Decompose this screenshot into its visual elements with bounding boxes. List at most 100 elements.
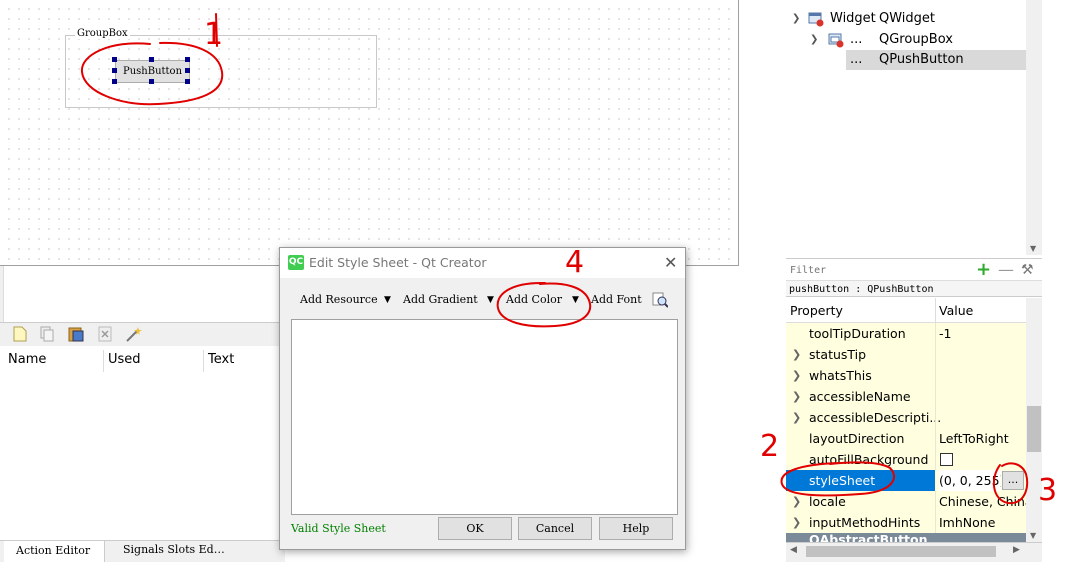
resize-handle[interactable] bbox=[112, 79, 117, 84]
expand-arrow-icon[interactable]: ❯ bbox=[792, 491, 801, 512]
autofill-checkbox[interactable] bbox=[940, 453, 953, 466]
tab-signals-slots[interactable]: Signals Slots Ed… bbox=[108, 541, 248, 562]
copy-icon[interactable] bbox=[40, 326, 54, 342]
tab-action-editor[interactable]: Action Editor bbox=[4, 541, 105, 562]
property-name: statusTip bbox=[809, 347, 867, 362]
widget-icon bbox=[808, 9, 824, 29]
property-table-header: Property Value bbox=[786, 298, 1026, 323]
paste-icon[interactable] bbox=[68, 326, 84, 342]
column-text[interactable]: Text bbox=[208, 352, 234, 367]
property-name: accessibleName bbox=[809, 389, 911, 404]
tree-item-pushbutton-name: ... bbox=[850, 52, 863, 67]
resize-handle[interactable] bbox=[149, 79, 154, 84]
property-row-tooltipduration[interactable]: toolTipDuration -1 bbox=[786, 323, 1026, 345]
property-scrollbar[interactable]: ▼ bbox=[1026, 298, 1042, 542]
chevron-down-icon[interactable]: ❯ bbox=[810, 30, 818, 50]
tab-signals-slots-label: Signals Slots Ed… bbox=[123, 543, 225, 556]
property-column-header[interactable]: Property bbox=[790, 303, 843, 318]
tree-item-widget-name[interactable]: Widget bbox=[830, 9, 876, 29]
property-value[interactable]: LeftToRight bbox=[939, 428, 1026, 449]
object-inspector-scrollbar[interactable]: ▼ bbox=[1026, 0, 1042, 255]
property-name: locale bbox=[809, 494, 846, 509]
property-name: styleSheet bbox=[809, 473, 876, 488]
property-name: whatsThis bbox=[809, 368, 872, 383]
property-name: accessibleDescripti... bbox=[809, 410, 942, 425]
chevron-down-icon[interactable]: ❯ bbox=[792, 9, 800, 29]
bottom-tab-bar: Action Editor Signals Slots Ed… bbox=[0, 540, 285, 562]
value-column-header[interactable]: Value bbox=[939, 303, 973, 318]
cancel-button[interactable]: Cancel bbox=[518, 517, 592, 540]
resize-handle[interactable] bbox=[185, 57, 190, 62]
object-inspector: ❯ Widget QWidget ❯ ... QGroupBox ... QPu… bbox=[786, 0, 1042, 255]
preview-magnifier-icon[interactable] bbox=[652, 292, 669, 311]
resize-handle[interactable] bbox=[185, 79, 190, 84]
property-filter-bar: + — ⚒ bbox=[786, 258, 1042, 281]
add-resource-button[interactable]: Add Resource bbox=[300, 293, 378, 306]
resize-handle[interactable] bbox=[112, 57, 117, 62]
hscroll-thumb[interactable] bbox=[806, 546, 996, 557]
annotation-number-2: 2 bbox=[760, 429, 779, 464]
expand-arrow-icon[interactable]: ❯ bbox=[792, 386, 801, 407]
property-row-inputmethodhints[interactable]: ❯ inputMethodHints ImhNone bbox=[786, 512, 1026, 534]
stylesheet-text-editor[interactable] bbox=[291, 319, 678, 515]
resize-handle[interactable] bbox=[185, 68, 190, 73]
add-color-button[interactable]: Add Color bbox=[506, 293, 562, 306]
groupbox-title: GroupBox bbox=[75, 28, 130, 39]
help-button[interactable]: Help bbox=[599, 517, 673, 540]
property-value[interactable]: ImhNone bbox=[939, 512, 1026, 533]
property-row-autofillbackground[interactable]: autoFillBackground bbox=[786, 449, 1026, 471]
chevron-down-icon[interactable]: ▼ bbox=[384, 295, 391, 305]
tree-item-pushbutton[interactable]: ... QPushButton bbox=[846, 50, 1026, 70]
tree-item-groupbox-class[interactable]: QGroupBox bbox=[879, 30, 953, 50]
stylesheet-value[interactable]: (0, 0, 255); bbox=[939, 470, 1001, 491]
property-value[interactable]: Chinese, China bbox=[939, 491, 1026, 512]
column-name[interactable]: Name bbox=[8, 352, 46, 367]
scroll-right-icon[interactable]: ▶ bbox=[1013, 545, 1020, 555]
ok-button[interactable]: OK bbox=[438, 517, 512, 540]
property-row-locale[interactable]: ❯ locale Chinese, China bbox=[786, 491, 1026, 513]
expand-arrow-icon[interactable]: ❯ bbox=[792, 365, 801, 386]
expand-arrow-icon[interactable]: ❯ bbox=[792, 407, 801, 428]
property-row-statustip[interactable]: ❯ statusTip bbox=[786, 344, 1026, 366]
column-used[interactable]: Used bbox=[108, 352, 141, 367]
property-name: autoFillBackground bbox=[809, 452, 929, 467]
tree-item-widget-class[interactable]: QWidget bbox=[879, 9, 935, 29]
selected-object-class-label: pushButton : QPushButton bbox=[786, 280, 1042, 297]
magic-wand-icon[interactable] bbox=[125, 326, 142, 342]
scroll-down-icon[interactable]: ▼ bbox=[1030, 531, 1036, 540]
stylesheet-edit-button[interactable]: ... bbox=[1002, 471, 1024, 490]
chevron-down-icon[interactable]: ▼ bbox=[487, 295, 494, 305]
property-value[interactable]: -1 bbox=[939, 323, 1026, 344]
scroll-down-icon[interactable]: ▼ bbox=[1030, 244, 1036, 253]
resize-handle[interactable] bbox=[112, 68, 117, 73]
scrollbar-thumb[interactable] bbox=[1027, 406, 1041, 452]
property-row-whatsthis[interactable]: ❯ whatsThis bbox=[786, 365, 1026, 387]
expand-arrow-icon[interactable]: ❯ bbox=[792, 344, 801, 365]
close-icon[interactable]: ✕ bbox=[664, 253, 677, 272]
property-row-layoutdirection[interactable]: layoutDirection LeftToRight bbox=[786, 428, 1026, 450]
property-row-stylesheet[interactable]: styleSheet (0, 0, 255); ... bbox=[786, 470, 1026, 492]
scroll-left-icon[interactable]: ◀ bbox=[790, 545, 797, 555]
new-action-icon[interactable] bbox=[13, 326, 27, 342]
resize-handle[interactable] bbox=[149, 57, 154, 62]
add-font-button[interactable]: Add Font bbox=[591, 293, 642, 306]
property-name: toolTipDuration bbox=[809, 326, 906, 341]
header-divider bbox=[935, 298, 936, 322]
property-name: inputMethodHints bbox=[809, 515, 921, 530]
action-table[interactable] bbox=[0, 346, 285, 541]
expand-arrow-icon[interactable]: ❯ bbox=[792, 512, 801, 533]
property-filter-input[interactable] bbox=[788, 261, 972, 279]
delete-icon[interactable] bbox=[98, 326, 112, 342]
property-row-accessiblename[interactable]: ❯ accessibleName bbox=[786, 386, 1026, 408]
edit-stylesheet-dialog: QC Edit Style Sheet - Qt Creator ✕ Add R… bbox=[279, 247, 686, 550]
groupbox-icon bbox=[828, 30, 844, 50]
add-gradient-button[interactable]: Add Gradient bbox=[403, 293, 478, 306]
property-row-accessibledescription[interactable]: ❯ accessibleDescripti... bbox=[786, 407, 1026, 429]
validation-status: Valid Style Sheet bbox=[291, 522, 386, 535]
add-dynamic-property-icon[interactable]: + bbox=[976, 260, 991, 280]
chevron-down-icon[interactable]: ▼ bbox=[572, 295, 579, 305]
remove-property-icon[interactable]: — bbox=[998, 260, 1014, 280]
configure-wrench-icon[interactable]: ⚒ bbox=[1021, 260, 1034, 280]
property-hscrollbar[interactable]: ◀ ▶ bbox=[786, 542, 1042, 562]
tree-item-groupbox-name[interactable]: ... bbox=[850, 30, 862, 50]
